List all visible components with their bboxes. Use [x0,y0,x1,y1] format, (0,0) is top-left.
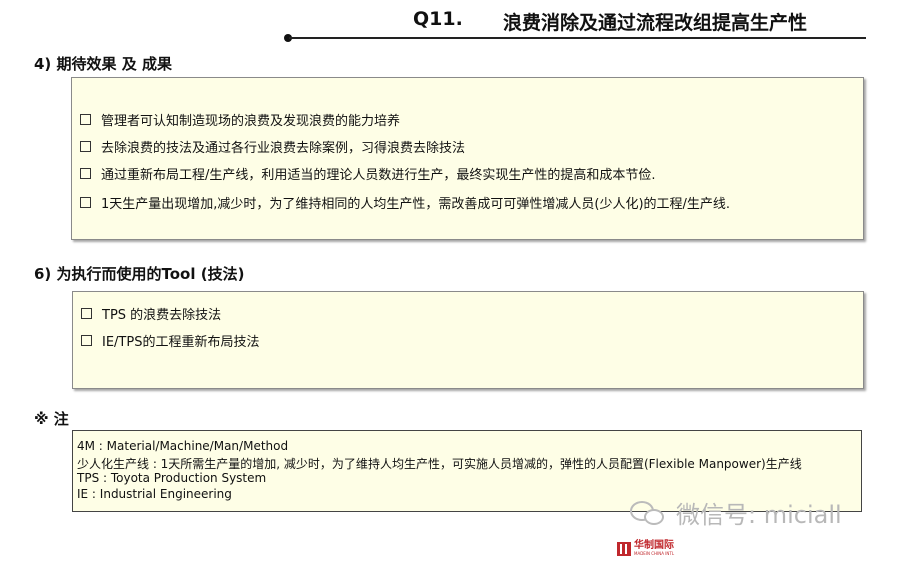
section-heading-tools: 6) 为执行而使用的Tool (技法) [34,265,245,283]
logo-mark-icon [617,541,631,556]
checkbox-bullet-icon [81,308,92,319]
list-item-text: TPS 的浪费去除技法 [102,308,222,323]
list-item: TPS 的浪费去除技法 [81,304,221,323]
company-logo: 华制国际 MADEIN CHINA INTL [617,541,674,556]
list-item-text: 通过重新布局工程/生产线，利用适当的理论人员数进行生产，最终实现生产性的提高和成… [101,168,656,183]
note-line: 少人化生产线 : 1天所需生产量的增加, 减少时，为了维持人均生产性，可实施人员… [77,457,802,471]
list-item: 1天生产量出现增加,减少时，为了维持相同的人均生产性，需改善成可可弹性增减人员(… [80,193,730,212]
checkbox-bullet-icon [80,168,91,179]
watermark-text: 微信号: miciall [676,501,842,529]
list-item: 去除浪费的技法及通过各行业浪费去除案例，习得浪费去除技法 [80,137,465,156]
section-heading-expected-results: 4) 期待效果 及 成果 [34,55,172,73]
list-item-text: 管理者可认知制造现场的浪费及发现浪费的能力培养 [101,114,401,129]
checkbox-bullet-icon [80,114,91,125]
tools-panel: TPS 的浪费去除技法 IE/TPS的工程重新布局技法 [72,291,864,389]
list-item-text: 1天生产量出现增加,减少时，为了维持相同的人均生产性，需改善成可可弹性增减人员(… [101,197,731,212]
title-rule [289,37,866,39]
watermark: 微信号: miciall [628,495,842,530]
logo-name: 华制国际 [634,540,674,551]
list-item: IE/TPS的工程重新布局技法 [81,331,259,350]
expected-results-panel: 管理者可认知制造现场的浪费及发现浪费的能力培养 去除浪费的技法及通过各行业浪费去… [71,77,864,240]
list-item: 通过重新布局工程/生产线，利用适当的理论人员数进行生产，最终实现生产性的提高和成… [80,164,656,183]
note-line: IE : Industrial Engineering [77,487,232,501]
slide-title: 浪费消除及通过流程改组提高生产性 [503,12,808,34]
logo-subtext: MADEIN CHINA INTL [634,551,675,556]
checkbox-bullet-icon [80,141,91,152]
notes-heading: ※ 注 [34,410,69,428]
list-item-text: IE/TPS的工程重新布局技法 [102,335,260,350]
list-item: 管理者可认知制造现场的浪费及发现浪费的能力培养 [80,110,400,129]
note-line: TPS : Toyota Production System [77,471,267,485]
note-line: 4M : Material/Machine/Man/Method [77,439,289,453]
list-item-text: 去除浪费的技法及通过各行业浪费去除案例，习得浪费去除技法 [101,141,466,156]
slide-header: Q11. 浪费消除及通过流程改组提高生产性 [0,0,900,42]
wechat-icon [628,497,668,529]
slide-number: Q11. [413,8,463,30]
checkbox-bullet-icon [80,197,91,208]
checkbox-bullet-icon [81,335,92,346]
